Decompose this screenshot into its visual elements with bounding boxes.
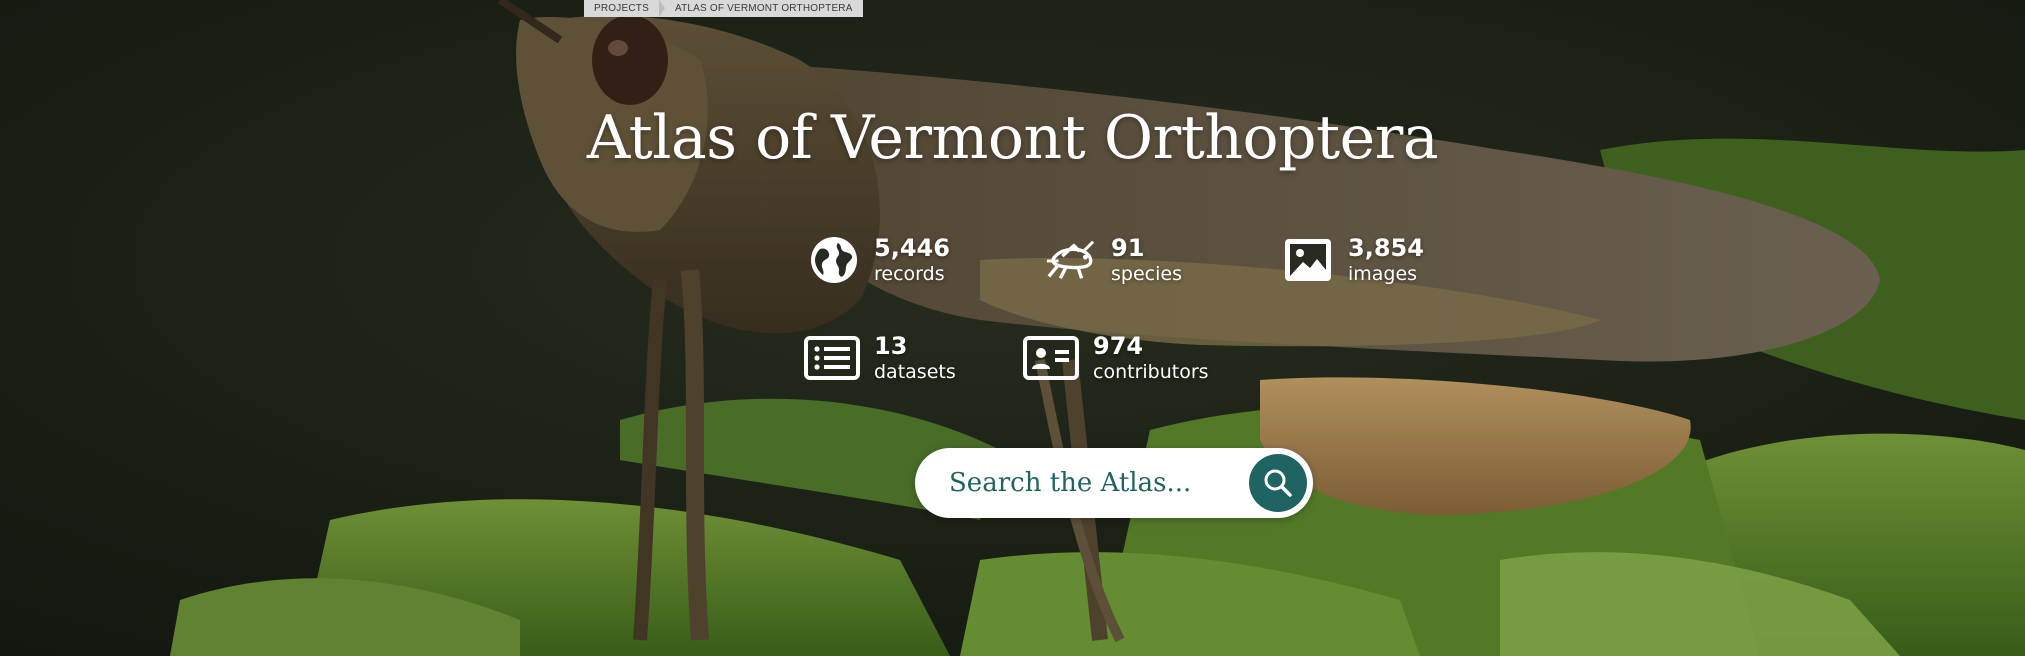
search-button[interactable] <box>1249 454 1307 512</box>
page-title: Atlas of Vermont Orthoptera <box>586 103 1439 173</box>
stat-text: 13 datasets <box>874 332 956 384</box>
stat-images[interactable]: 3,854 images <box>1282 234 1424 286</box>
image-icon <box>1282 234 1334 286</box>
stat-value: 5,446 <box>874 234 950 262</box>
list-icon <box>804 332 860 384</box>
search-bar <box>915 448 1313 518</box>
stat-text: 5,446 records <box>874 234 950 286</box>
stat-value: 974 <box>1093 332 1144 360</box>
stat-label: species <box>1111 263 1182 285</box>
stat-value: 13 <box>874 332 908 360</box>
stat-text: 3,854 images <box>1348 234 1424 286</box>
breadcrumb: PROJECTS ATLAS OF VERMONT ORTHOPTERA <box>584 0 863 17</box>
stat-value: 91 <box>1111 234 1145 262</box>
search-input[interactable] <box>949 460 1219 506</box>
id-card-icon <box>1023 332 1079 384</box>
search-icon <box>1262 467 1294 499</box>
stat-label: contributors <box>1093 361 1209 383</box>
stat-value: 3,854 <box>1348 234 1424 262</box>
stat-records[interactable]: 5,446 records <box>808 234 950 286</box>
globe-icon <box>808 234 860 286</box>
stat-species[interactable]: 91 species <box>1045 234 1182 286</box>
stat-label: images <box>1348 263 1418 285</box>
breadcrumb-item-current: ATLAS OF VERMONT ORTHOPTERA <box>674 3 853 14</box>
stat-label: datasets <box>874 361 956 383</box>
breadcrumb-item-projects[interactable]: PROJECTS <box>584 3 659 14</box>
stat-label: records <box>874 263 945 285</box>
stat-contributors[interactable]: 974 contributors <box>1023 332 1209 384</box>
stat-text: 974 contributors <box>1093 332 1209 384</box>
grasshopper-icon <box>1045 234 1097 286</box>
stat-datasets[interactable]: 13 datasets <box>804 332 956 384</box>
stat-text: 91 species <box>1111 234 1182 286</box>
